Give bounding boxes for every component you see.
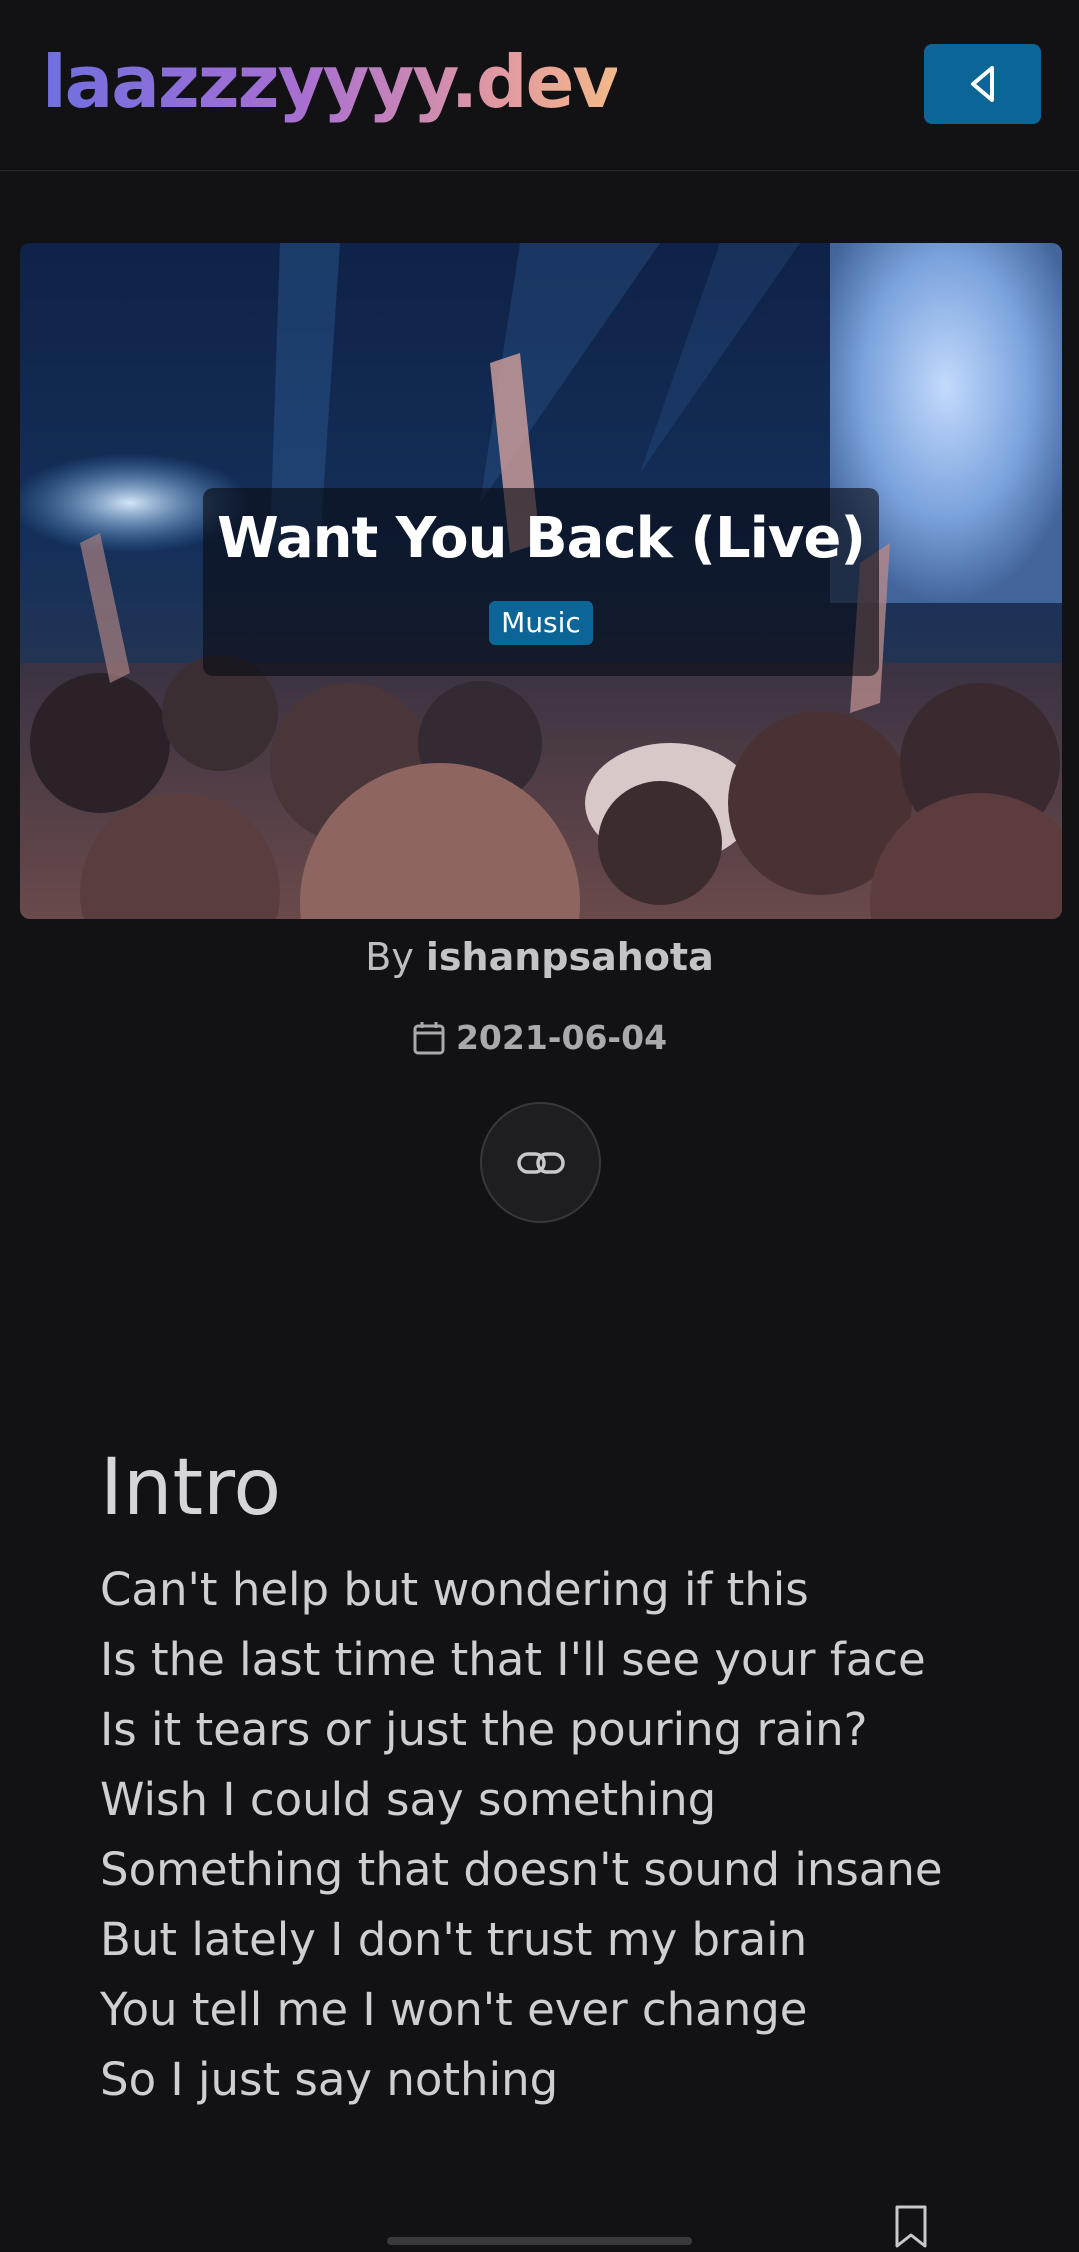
lyric-line: So I just say nothing bbox=[100, 2053, 559, 2106]
post-date: 2021-06-04 bbox=[0, 1018, 1079, 1057]
post-title: Want You Back (Live) bbox=[217, 506, 866, 571]
byline-prefix: By bbox=[365, 935, 414, 979]
date-text: 2021-06-04 bbox=[455, 1018, 668, 1057]
author-link[interactable]: ishanpsahota bbox=[426, 935, 714, 979]
byline: By ishanpsahota bbox=[0, 935, 1079, 979]
lyrics-list: Can't help but wondering if this Is the … bbox=[100, 1555, 943, 2115]
lyric-line: But lately I don't trust my brain bbox=[100, 1913, 808, 1966]
lyric-line: Something that doesn't sound insane bbox=[100, 1843, 943, 1896]
copy-link-button[interactable] bbox=[480, 1102, 601, 1223]
category-badge[interactable]: Music bbox=[489, 601, 593, 645]
lyric-line: Is it tears or just the pouring rain? bbox=[100, 1703, 868, 1756]
chevron-left-icon bbox=[970, 66, 994, 102]
bookmark-button[interactable] bbox=[893, 2204, 929, 2252]
lyric-line: Is the last time that I'll see your face bbox=[100, 1633, 926, 1686]
title-overlay: Want You Back (Live) Music bbox=[203, 488, 879, 676]
hero-image: Want You Back (Live) Music bbox=[20, 243, 1062, 919]
bookmark-icon bbox=[895, 2205, 927, 2248]
site-header: laazzzyyyy.dev bbox=[0, 0, 1079, 171]
home-indicator bbox=[387, 2237, 692, 2245]
lyric-line: Wish I could say something bbox=[100, 1773, 717, 1826]
lyric-line: Can't help but wondering if this bbox=[100, 1563, 809, 1616]
back-button[interactable] bbox=[924, 44, 1041, 124]
site-logo[interactable]: laazzzyyyy.dev bbox=[42, 34, 619, 130]
link-icon bbox=[516, 1151, 565, 1174]
calendar-icon bbox=[413, 1021, 445, 1054]
lyric-line: You tell me I won't ever change bbox=[100, 1983, 808, 2036]
section-heading: Intro bbox=[100, 1443, 282, 1533]
